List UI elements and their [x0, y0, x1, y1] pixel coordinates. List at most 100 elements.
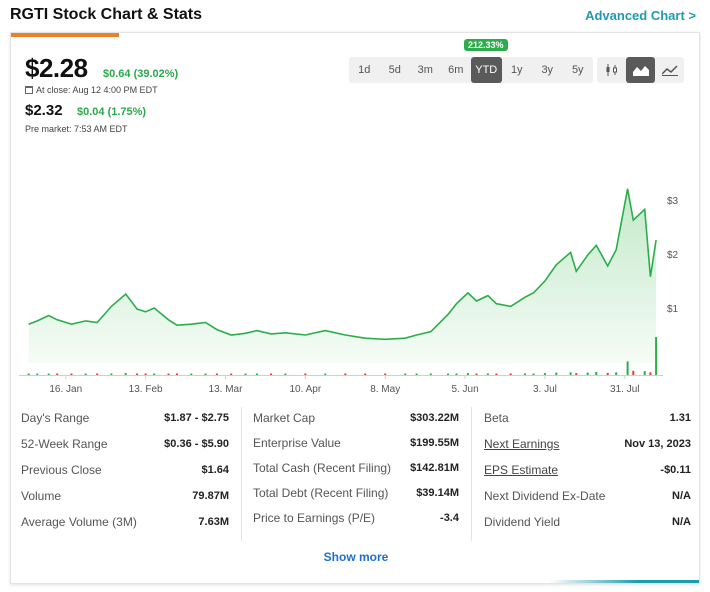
stats-column-trading: Day's Range $1.87 - $2.75 52-Week Range $0…: [21, 405, 229, 535]
volume-bar: [324, 373, 327, 375]
volume-bar: [136, 373, 139, 375]
stock-card: $2.28 $0.64 (39.02%) At close: Aug 12 4:…: [10, 32, 700, 584]
premarket-change: $0.04 (1.75%): [77, 106, 147, 118]
stat-value: 7.63M: [198, 516, 229, 528]
stat-value: -3.4: [440, 511, 459, 524]
price-chart[interactable]: 16. Jan 13. Feb 13. Mar 10. Apr 8. May 5. Jun…: [19, 181, 691, 399]
stat-value: $39.14M: [416, 486, 459, 499]
calendar-icon: [25, 86, 33, 94]
x-tick-label: 31. Jul: [610, 384, 639, 395]
volume-bar: [96, 373, 99, 375]
stat-value: Nov 13, 2023: [624, 438, 691, 450]
volume-bar: [569, 372, 572, 375]
range-button-5y[interactable]: 5y: [563, 57, 594, 83]
x-tick-label: 8. May: [370, 384, 400, 395]
stat-label: Beta: [484, 411, 509, 425]
stat-row: Total Debt (Recent Filing) $39.14M: [253, 480, 459, 505]
range-button-5d[interactable]: 5d: [380, 57, 411, 83]
stat-row: Previous Close $1.64: [21, 457, 229, 483]
volume-bar: [124, 373, 127, 375]
stat-row: Beta 1.31: [484, 405, 691, 431]
next-earnings-link[interactable]: Next Earnings: [484, 437, 559, 451]
stat-label: 52-Week Range: [21, 437, 108, 451]
candlestick-button[interactable]: [597, 57, 626, 83]
premarket-price: $2.32: [25, 102, 63, 119]
volume-bar: [153, 373, 156, 375]
price-area: [28, 188, 657, 363]
x-tick-label: 13. Mar: [209, 384, 244, 395]
volume-bar: [36, 373, 39, 375]
range-button-ytd[interactable]: YTD: [471, 57, 502, 83]
range-button-3m[interactable]: 3m: [410, 57, 441, 83]
volume-bar: [190, 373, 193, 375]
stats-column-valuation: Market Cap $303.22M Enterprise Value $199.…: [253, 405, 459, 530]
volume-bar: [429, 373, 432, 375]
stat-value: $142.81M: [410, 461, 459, 474]
y-tick-label: $2: [667, 250, 679, 261]
x-tick-label: 3. Jul: [533, 384, 557, 395]
volume-bar: [543, 373, 546, 375]
line-chart-icon: [661, 65, 678, 76]
volume-bar: [27, 373, 30, 375]
stat-row: Day's Range $1.87 - $2.75: [21, 405, 229, 431]
stat-label: Average Volume (3M): [21, 515, 137, 529]
stat-label: Volume: [21, 489, 62, 503]
premarket-time: Pre market: 7:53 AM EDT: [25, 124, 128, 134]
volume-bar: [230, 373, 233, 375]
volume-bar: [404, 373, 407, 375]
header: RGTI Stock Chart & Stats Advanced Chart …: [0, 0, 710, 32]
stat-label: Enterprise Value: [253, 435, 341, 450]
stat-value: N/A: [672, 516, 691, 528]
volume-bar: [244, 373, 247, 375]
volume-bar: [110, 373, 113, 375]
stat-row: Dividend Yield N/A: [484, 509, 691, 535]
volume-bar: [606, 373, 609, 375]
current-price: $2.28: [25, 53, 88, 83]
volume-bar: [447, 373, 449, 375]
range-button-1d[interactable]: 1d: [349, 57, 380, 83]
volume-bar: [655, 337, 658, 375]
range-button-1y[interactable]: 1y: [502, 57, 533, 83]
stat-value: 1.31: [669, 412, 691, 424]
volume-bar: [47, 373, 50, 375]
volume-bar: [364, 373, 367, 375]
stat-row: Next Dividend Ex-Date N/A: [484, 483, 691, 509]
x-tick-label: 5. Jun: [451, 384, 478, 395]
volume-bar: [176, 373, 178, 375]
stat-row: Market Cap $303.22M: [253, 405, 459, 430]
stat-value: $199.55M: [410, 436, 459, 449]
stat-row: EPS Estimate -$0.11: [484, 457, 691, 483]
stat-row: Enterprise Value $199.55M: [253, 430, 459, 455]
volume-bar: [384, 373, 387, 375]
volume-bar: [555, 372, 558, 375]
volume-bar: [215, 373, 218, 375]
x-tick-label: 10. Apr: [289, 384, 321, 395]
stat-value: $1.87 - $2.75: [164, 412, 229, 424]
volume-bar: [626, 361, 629, 375]
bottom-accent-bar: [549, 580, 699, 583]
close-time: At close: Aug 12 4:00 PM EDT: [25, 85, 158, 95]
advanced-chart-link[interactable]: Advanced Chart >: [585, 8, 696, 23]
candlestick-icon: [606, 64, 617, 76]
mountain-chart-button[interactable]: [626, 57, 655, 83]
range-button-3y[interactable]: 3y: [532, 57, 563, 83]
stat-row: Price to Earnings (P/E) -3.4: [253, 505, 459, 530]
range-button-6m[interactable]: 6m: [441, 57, 472, 83]
price-change: $0.64 (39.02%): [103, 68, 179, 80]
stat-label: Price to Earnings (P/E): [253, 510, 376, 525]
line-chart-button[interactable]: [655, 57, 684, 83]
show-more-button[interactable]: Show more: [11, 550, 701, 564]
eps-estimate-link[interactable]: EPS Estimate: [484, 463, 558, 477]
volume-bar: [455, 373, 458, 375]
volume-bar: [344, 373, 347, 375]
volume-bar: [509, 373, 512, 375]
column-divider: [241, 407, 242, 541]
stat-row: Volume 79.87M: [21, 483, 229, 509]
stat-row: Total Cash (Recent Filing) $142.81M: [253, 455, 459, 480]
stat-label: Market Cap: [253, 410, 316, 425]
accent-bar: [11, 33, 119, 37]
volume-bar: [204, 373, 207, 375]
stat-row: Next Earnings Nov 13, 2023: [484, 431, 691, 457]
volume-bar: [84, 373, 87, 375]
stat-row: 52-Week Range $0.36 - $5.90: [21, 431, 229, 457]
